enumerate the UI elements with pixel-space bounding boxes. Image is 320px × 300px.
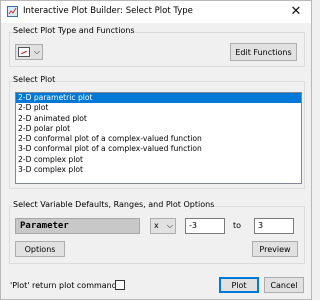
list-item[interactable]: 2-D complex plot: [16, 155, 301, 165]
list-item[interactable]: 2-D polar plot: [16, 124, 301, 134]
variable-select[interactable]: x ⌵: [150, 218, 176, 234]
window-title: Interactive Plot Builder: Select Plot Ty…: [23, 6, 193, 16]
parameter-field: Parameter: [15, 218, 140, 234]
return-command-label: 'Plot' return plot command: [10, 281, 117, 290]
range-to-input[interactable]: 3: [254, 218, 294, 234]
range-from-input[interactable]: -3: [185, 218, 225, 234]
title-bar[interactable]: Interactive Plot Builder: Select Plot Ty…: [1, 1, 311, 23]
list-item[interactable]: 2-D conformal plot of a complex-valued f…: [16, 134, 301, 144]
plot-builder-dialog: Interactive Plot Builder: Select Plot Ty…: [0, 0, 312, 300]
return-command-checkbox[interactable]: [115, 280, 125, 290]
range-to-label: to: [233, 221, 242, 230]
plot-app-icon: [7, 6, 18, 17]
select-plot-group-label: Select Plot: [13, 75, 56, 84]
plot-button[interactable]: Plot: [219, 277, 259, 293]
chevron-down-icon: ⌵: [33, 47, 40, 56]
list-item[interactable]: 2-D plot: [16, 103, 301, 113]
list-item[interactable]: 2-D parametric plot: [16, 93, 301, 104]
chevron-down-icon: ⌵: [166, 221, 173, 230]
list-item[interactable]: 3-D conformal plot of a complex-valued f…: [16, 144, 301, 154]
preview-button[interactable]: Preview: [252, 241, 298, 257]
close-icon[interactable]: ✕: [287, 3, 305, 21]
edit-functions-button[interactable]: Edit Functions: [230, 43, 297, 61]
plot-type-selector[interactable]: ⌵: [15, 44, 43, 60]
cancel-button[interactable]: Cancel: [264, 277, 304, 293]
plot-type-list[interactable]: 2-D parametric plot 2-D plot 2-D animate…: [15, 92, 302, 184]
list-item[interactable]: 3-D complex plot: [16, 165, 301, 175]
variable-value: x: [154, 221, 159, 230]
plot-type-group-label: Select Plot Type and Functions: [13, 26, 135, 35]
list-item[interactable]: 2-D animated plot: [16, 114, 301, 124]
options-button[interactable]: Options: [15, 241, 65, 257]
variable-options-group-label: Select Variable Defaults, Ranges, and Pl…: [13, 200, 215, 209]
plot-type-icon: [18, 47, 30, 57]
